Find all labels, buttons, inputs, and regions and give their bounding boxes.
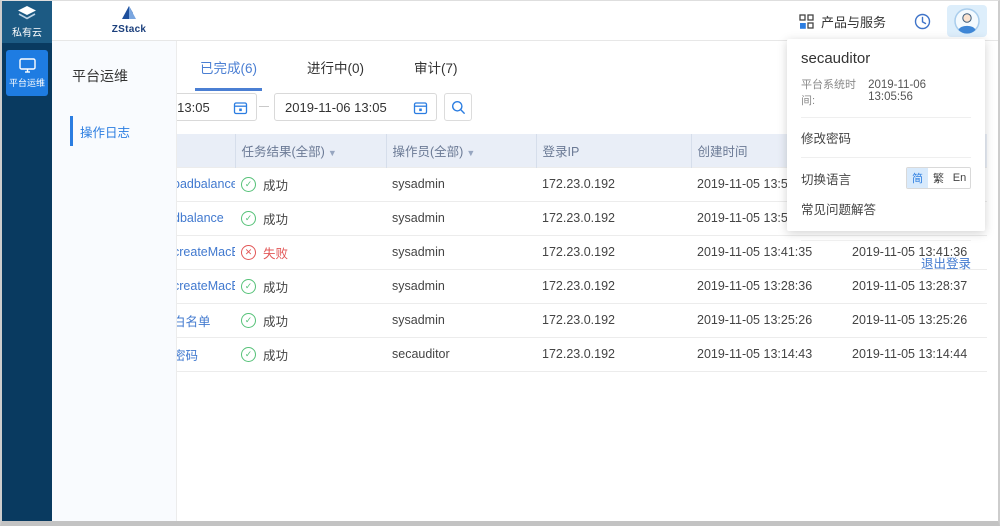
- history-clock-button[interactable]: [914, 13, 931, 30]
- user-dropdown-menu: secauditor 平台系统时间: 2019-11-06 13:05:56 修…: [787, 39, 985, 231]
- zstack-logo-text: ZStack: [98, 24, 160, 35]
- ip-cell: 172.23.0.192: [536, 337, 691, 371]
- operator-cell: sysadmin: [386, 201, 536, 235]
- secondary-sidebar: 平台运维 操作日志: [52, 41, 177, 521]
- table-row: 白名单 成功 sysadmin 172.23.0.192 2019-11-05 …: [167, 303, 987, 337]
- status-icon: [241, 313, 256, 328]
- calendar-icon: [413, 100, 428, 115]
- system-time-row: 平台系统时间: 2019-11-06 13:05:56: [801, 76, 971, 118]
- task-name-link[interactable]: createMacB...: [173, 245, 235, 259]
- completed-cell: 2019-11-05 13:14:44: [846, 337, 987, 371]
- header-actions: 产品与服务: [799, 1, 998, 41]
- status-icon: [241, 279, 256, 294]
- task-name-link[interactable]: createMacB...: [173, 279, 235, 293]
- ip-cell: 172.23.0.192: [536, 167, 691, 201]
- created-cell: 2019-11-05 13:25:26: [691, 303, 846, 337]
- nav-private-cloud[interactable]: 私有云: [2, 1, 52, 43]
- completed-cell: 2019-11-05 13:28:37: [846, 269, 987, 303]
- table-row: createMacB... 成功 sysadmin 172.23.0.192 2…: [167, 269, 987, 303]
- status-icon: [241, 245, 256, 260]
- col-login-ip: 登录IP: [536, 134, 691, 167]
- sort-caret-icon: ▼: [466, 148, 475, 158]
- layers-icon: [17, 6, 37, 22]
- switch-language-label: 切换语言: [801, 169, 851, 188]
- search-button[interactable]: [444, 93, 472, 121]
- task-name-link[interactable]: 白名单: [173, 315, 211, 329]
- created-cell: 2019-11-05 13:14:43: [691, 337, 846, 371]
- primary-nav: 私有云 平台运维: [2, 1, 52, 521]
- tab-in-progress[interactable]: 进行中(0): [302, 57, 369, 91]
- ip-cell: 172.23.0.192: [536, 235, 691, 269]
- nav-item-label: 平台运维: [9, 76, 45, 89]
- col-task-name: [167, 134, 235, 167]
- grid-icon: [799, 14, 814, 29]
- date-range-separator: [259, 106, 269, 107]
- operator-cell: sysadmin: [386, 303, 536, 337]
- search-icon: [451, 100, 466, 115]
- language-option-english[interactable]: En: [949, 168, 970, 188]
- language-option-traditional[interactable]: 繁: [928, 168, 949, 188]
- avatar-icon: [954, 8, 980, 34]
- col-task-result[interactable]: 任务结果(全部)▼: [235, 134, 386, 167]
- task-name-link[interactable]: dbalance: [173, 211, 224, 225]
- active-indicator: [70, 116, 73, 146]
- tab-audit[interactable]: 审计(7): [409, 57, 463, 91]
- tab-completed[interactable]: 已完成(6): [195, 57, 262, 91]
- operator-cell: sysadmin: [386, 269, 536, 303]
- system-time-value: 2019-11-06 13:05:56: [868, 79, 971, 103]
- sidebar-title: 平台运维: [72, 66, 176, 86]
- calendar-icon: [233, 100, 248, 115]
- table-row: 密码 成功 secauditor 172.23.0.192 2019-11-05…: [167, 337, 987, 371]
- date-to-input[interactable]: 2019-11-06 13:05: [274, 93, 437, 121]
- username: secauditor: [801, 39, 971, 67]
- status-icon: [241, 177, 256, 192]
- system-time-label: 平台系统时间:: [801, 76, 868, 108]
- ip-cell: 172.23.0.192: [536, 303, 691, 337]
- nav-private-cloud-label: 私有云: [12, 24, 42, 39]
- sidebar-item-label: 操作日志: [80, 122, 130, 141]
- products-services-label: 产品与服务: [821, 12, 886, 31]
- logout-button[interactable]: 退出登录: [921, 257, 971, 271]
- app-window: 私有云 平台运维 ZStack: [0, 0, 1000, 526]
- status-icon: [241, 347, 256, 362]
- col-operator[interactable]: 操作员(全部)▼: [386, 134, 536, 167]
- ip-cell: 172.23.0.192: [536, 201, 691, 235]
- logout-row: 退出登录: [801, 240, 971, 273]
- task-name-link[interactable]: oadbalance: [173, 177, 235, 191]
- change-password-item[interactable]: 修改密码: [801, 118, 971, 158]
- operator-cell: sysadmin: [386, 167, 536, 201]
- zstack-logo: ZStack: [98, 5, 160, 35]
- language-toggle: 简 繁 En: [906, 167, 971, 189]
- operator-cell: sysadmin: [386, 235, 536, 269]
- date-to-value: 2019-11-06 13:05: [275, 100, 387, 115]
- top-header: ZStack 产品与服务: [52, 1, 998, 41]
- operator-cell: secauditor: [386, 337, 536, 371]
- clock-icon: [914, 13, 931, 30]
- sidebar-item-operation-log[interactable]: 操作日志: [52, 116, 176, 146]
- sort-caret-icon: ▼: [328, 148, 337, 158]
- products-services-button[interactable]: 产品与服务: [799, 12, 886, 31]
- nav-item-platform-ops[interactable]: 平台运维: [6, 50, 48, 96]
- user-avatar-button[interactable]: [947, 5, 987, 37]
- zstack-logo-icon: [120, 5, 138, 20]
- language-option-simplified[interactable]: 简: [907, 168, 928, 188]
- switch-language-row: 切换语言 简 繁 En: [801, 158, 971, 195]
- ip-cell: 172.23.0.192: [536, 269, 691, 303]
- faq-item[interactable]: 常见问题解答: [801, 195, 971, 228]
- completed-cell: 2019-11-05 13:25:26: [846, 303, 987, 337]
- monitor-icon: [19, 58, 36, 73]
- status-icon: [241, 211, 256, 226]
- created-cell: 2019-11-05 13:28:36: [691, 269, 846, 303]
